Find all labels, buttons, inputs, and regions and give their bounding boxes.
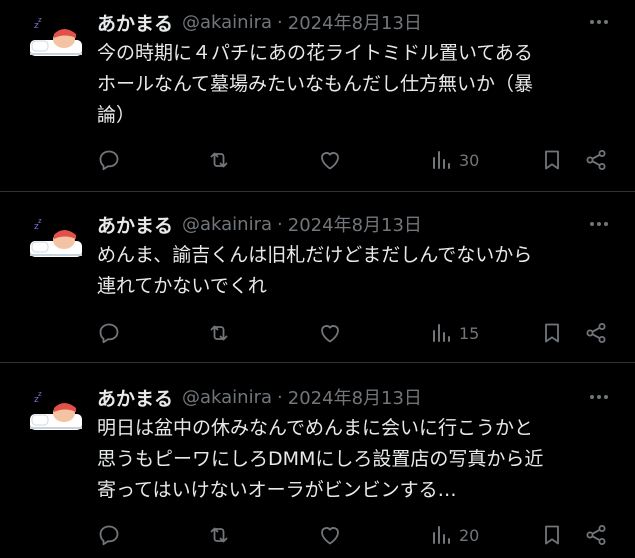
tweet-actions: 15 (97, 320, 615, 346)
like-button[interactable] (318, 522, 342, 548)
retweet-button[interactable] (207, 320, 231, 346)
tweet-header: あかまる @akainira · 2024年8月13日 (97, 211, 422, 237)
separator: · (277, 213, 283, 235)
author-handle[interactable]: @akainira (182, 214, 272, 235)
heart-icon (321, 152, 339, 170)
reply-bubble-icon (99, 323, 119, 344)
like-button[interactable] (318, 147, 342, 173)
more-horizontal-icon[interactable] (587, 212, 611, 236)
author-handle[interactable]: @akainira (182, 12, 272, 33)
author-name[interactable]: あかまる (97, 211, 173, 238)
views-count: 15 (459, 323, 480, 343)
more-horizontal-icon[interactable] (587, 385, 611, 409)
bar-chart-icon (433, 151, 450, 169)
separator: · (277, 386, 283, 408)
author-handle[interactable]: @akainira (182, 387, 272, 408)
reply-bubble-icon (99, 525, 119, 546)
tweet-card[interactable]: z z あかまる @akainira · 2024年8月13日 めんま、諭吉くん… (0, 193, 635, 363)
timeline-feed: z z あかまる @akainira · 2024年8月13日 今の時期に４パチ… (0, 0, 635, 558)
reply-bubble-icon (99, 150, 119, 171)
tweet-card[interactable]: z z あかまる @akainira · 2024年8月13日 明日は盆中の休み… (0, 364, 635, 558)
bookmark-button[interactable] (540, 147, 564, 173)
post-date[interactable]: 2024年8月13日 (288, 384, 422, 410)
views-count: 30 (459, 150, 480, 170)
views-button[interactable]: 20 (429, 522, 479, 548)
reply-button[interactable] (97, 522, 121, 548)
bookmark-button[interactable] (540, 320, 564, 346)
views-count: 20 (459, 525, 480, 545)
share-icon (586, 150, 606, 170)
svg-text:z: z (38, 217, 42, 225)
retweet-icon (210, 325, 228, 341)
more-horizontal-icon[interactable] (587, 10, 611, 34)
reply-button[interactable] (97, 320, 121, 346)
retweet-button[interactable] (207, 522, 231, 548)
tweet-actions: 30 (97, 147, 615, 173)
retweet-icon (210, 527, 228, 543)
svg-text:z: z (38, 16, 42, 24)
bookmark-icon (545, 525, 559, 545)
tweet-text: 今の時期に４パチにあの花ライトミドル置いてある ホールなんて墓場みたいなもんだし… (97, 42, 534, 126)
svg-text:z: z (38, 390, 42, 398)
share-icon (586, 525, 606, 545)
views-button[interactable]: 15 (429, 320, 479, 346)
avatar[interactable]: z z (24, 211, 86, 263)
heart-icon (321, 325, 339, 343)
like-button[interactable] (318, 320, 342, 346)
tweet-actions: 20 (97, 522, 615, 548)
tweet-header: あかまる @akainira · 2024年8月13日 (97, 384, 422, 410)
share-icon (586, 323, 606, 343)
tweet-text: めんま、諭吉くんは旧札だけどまだしんでないから 連れてかないでくれ (97, 244, 533, 297)
tweet-card[interactable]: z z あかまる @akainira · 2024年8月13日 今の時期に４パチ… (0, 0, 635, 192)
post-date[interactable]: 2024年8月13日 (288, 9, 422, 35)
post-date[interactable]: 2024年8月13日 (288, 211, 422, 237)
bookmark-button[interactable] (540, 522, 564, 548)
author-name[interactable]: あかまる (97, 384, 173, 411)
bookmark-icon (545, 323, 559, 343)
avatar[interactable]: z z (24, 384, 86, 436)
avatar[interactable]: z z (24, 10, 86, 62)
views-button[interactable]: 30 (429, 147, 479, 173)
bar-chart-icon (433, 324, 450, 342)
heart-icon (321, 527, 339, 545)
retweet-icon (210, 152, 228, 168)
share-button[interactable] (584, 522, 608, 548)
reply-button[interactable] (97, 147, 121, 173)
author-name[interactable]: あかまる (97, 9, 173, 36)
retweet-button[interactable] (207, 147, 231, 173)
tweet-header: あかまる @akainira · 2024年8月13日 (97, 9, 422, 35)
share-button[interactable] (584, 147, 608, 173)
bookmark-icon (545, 150, 559, 170)
bar-chart-icon (433, 526, 450, 544)
tweet-text: 明日は盆中の休みなんでめんまに会いに行こうかと 思うもピーワにしろDMMにしろ設… (97, 417, 544, 501)
separator: · (277, 11, 283, 33)
share-button[interactable] (584, 320, 608, 346)
